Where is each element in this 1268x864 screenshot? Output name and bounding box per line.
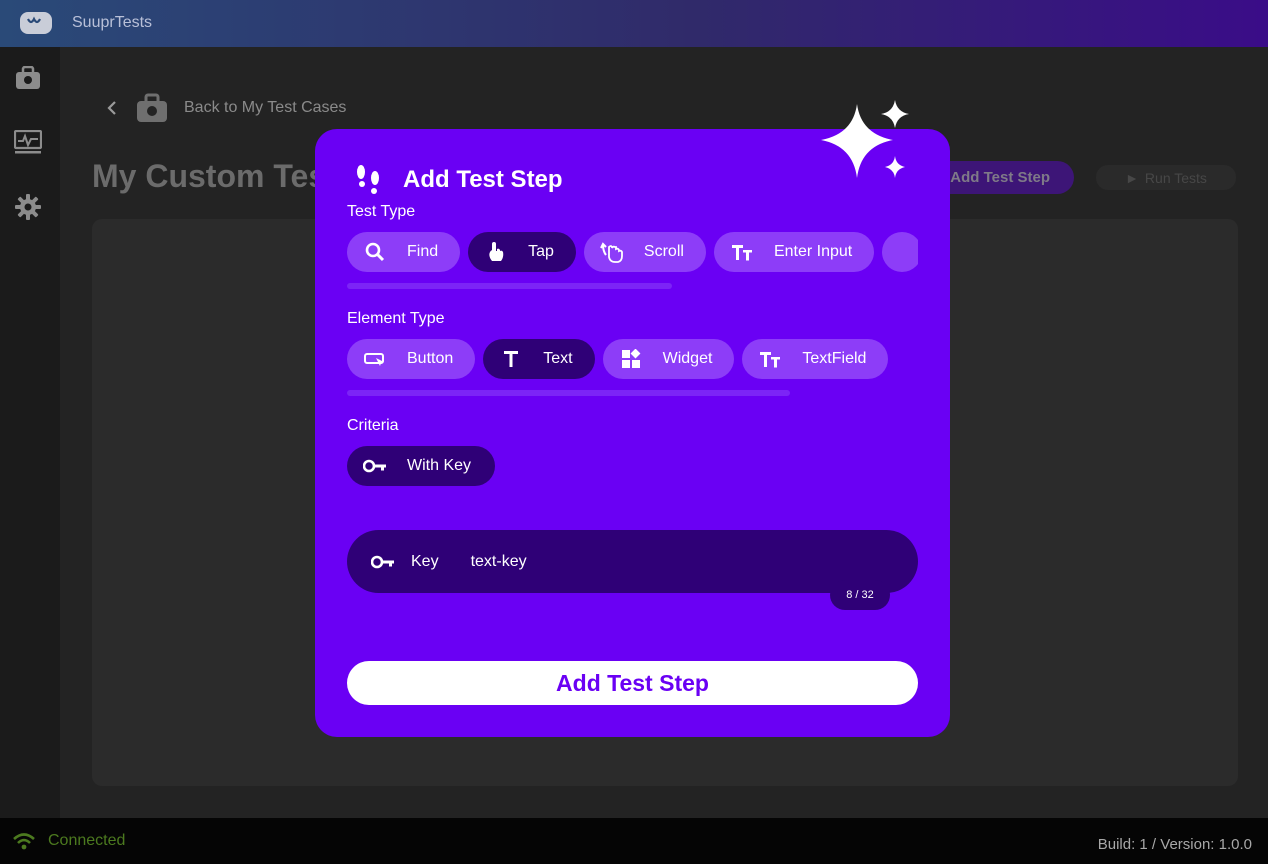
chip-label: TextField [802, 350, 867, 367]
chip-tap[interactable]: Tap [468, 232, 576, 272]
chip-label: Find [407, 243, 439, 260]
chip-with-key[interactable]: With Key [347, 446, 496, 486]
chip-label: Scroll [643, 243, 684, 260]
tap-hand-icon [484, 240, 508, 264]
sidebar-item-monitor[interactable] [14, 128, 42, 156]
status-bar: Connected Build: 1 / Version: 1.0.0 [0, 818, 1268, 864]
build-version: Build: 1 / Version: 1.0.0 [1097, 836, 1252, 853]
test-type-scrollbar[interactable] [347, 283, 672, 289]
element-type-scrollbar[interactable] [347, 390, 790, 396]
element-type-chips: Button Text Widget TextField [347, 339, 918, 379]
play-icon: ► [1125, 169, 1139, 186]
chip-label: Tap [528, 243, 554, 260]
chevron-left-icon [107, 101, 116, 115]
app-logo-icon [20, 12, 52, 34]
scroll-hand-icon [600, 240, 624, 264]
criteria-label: Criteria [347, 417, 399, 434]
key-field-value[interactable]: text-key [471, 553, 527, 571]
dialog-header: Add Test Step [353, 163, 563, 197]
chip-text[interactable]: Text [483, 339, 595, 379]
submit-add-test-step-button[interactable]: Add Test Step [347, 661, 918, 705]
test-type-chips: Find Tap Scroll Enter Input [347, 232, 918, 272]
text-size-icon [758, 347, 782, 371]
chip-label: Button [407, 350, 454, 367]
gear-icon [15, 194, 41, 220]
character-counter: 8 / 32 [830, 580, 890, 610]
chip-label: Enter Input [773, 243, 853, 260]
briefcase-icon [137, 93, 167, 122]
chip-textfield[interactable]: TextField [742, 339, 889, 379]
dialog-title: Add Test Step [403, 166, 563, 193]
title-bar: SuuprTests [0, 0, 1268, 47]
chip-label: With Key [407, 457, 472, 474]
key-icon [371, 555, 394, 568]
chip-widget[interactable]: Widget [602, 339, 735, 379]
element-type-label: Element Type [347, 310, 445, 327]
back-link[interactable]: Back to My Test Cases [104, 92, 346, 124]
key-icon [363, 454, 387, 478]
widgets-icon [619, 347, 643, 371]
back-link-label: Back to My Test Cases [184, 99, 347, 116]
search-icon [363, 240, 387, 264]
criteria-chips: With Key [347, 446, 918, 486]
chip-button[interactable]: Button [347, 339, 476, 379]
wifi-icon [13, 833, 35, 850]
sidebar-item-settings[interactable] [14, 193, 42, 221]
connection-status: Connected [48, 832, 126, 849]
chip-find[interactable]: Find [347, 232, 461, 272]
add-test-step-label: Add Test Step [950, 169, 1050, 186]
footsteps-icon [357, 165, 379, 194]
briefcase-icon [16, 66, 40, 89]
sidebar [0, 47, 60, 818]
sidebar-item-tests[interactable] [14, 64, 42, 92]
test-type-label: Test Type [347, 203, 416, 220]
text-size-icon [730, 240, 754, 264]
run-tests-label: Run Tests [1144, 169, 1207, 186]
text-t-icon [499, 347, 523, 371]
app-title: SuuprTests [72, 14, 153, 31]
key-input[interactable]: Key text-key [347, 530, 918, 593]
monitor-heartbeat-icon [14, 130, 42, 154]
page-title: My Custom Test [92, 158, 337, 194]
chip-scroll[interactable]: Scroll [583, 232, 706, 272]
chip-label: Widget [662, 350, 713, 367]
button-cursor-icon [363, 347, 387, 371]
chip-enter-input[interactable]: Enter Input [713, 232, 875, 272]
key-field-label: Key [411, 552, 439, 570]
chip-label: Text [543, 350, 573, 367]
run-tests-button[interactable]: ► Run Tests [1096, 165, 1236, 190]
sparkles-icon [821, 100, 909, 178]
chip-more[interactable] [882, 232, 918, 272]
